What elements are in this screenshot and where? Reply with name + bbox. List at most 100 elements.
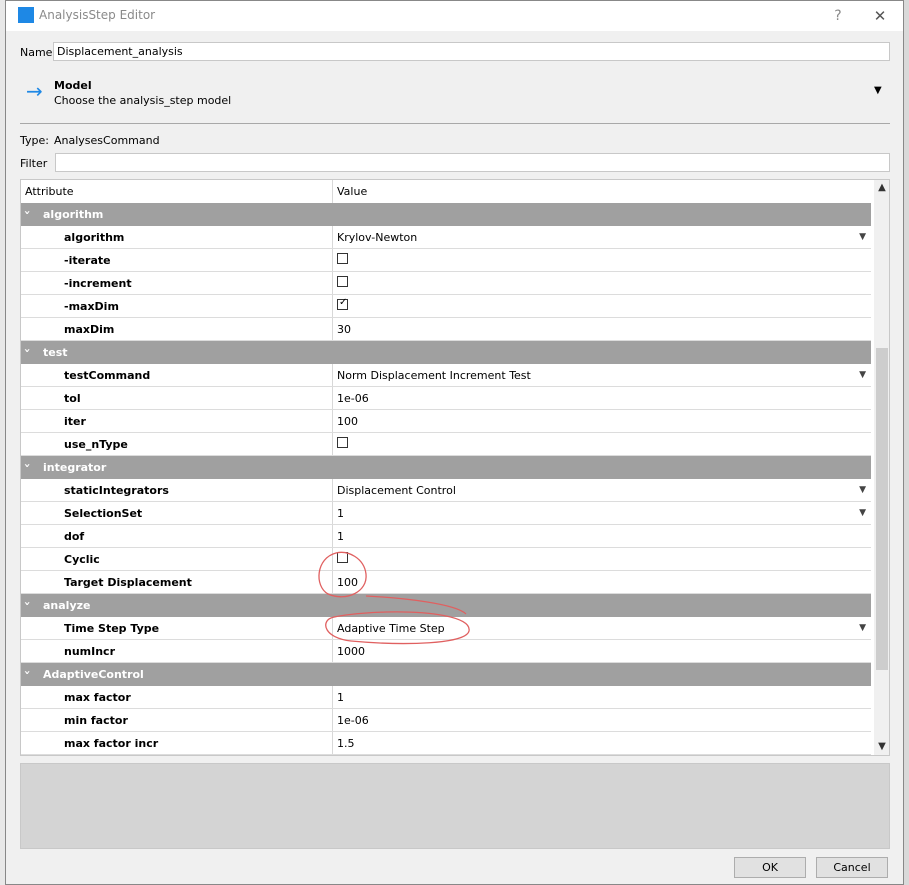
table-row[interactable]: iter 100	[21, 410, 871, 433]
checkbox[interactable]	[337, 437, 348, 448]
annotation-stroke-link	[365, 595, 467, 615]
attribute-name: -increment	[64, 277, 132, 290]
value-cell[interactable]: Norm Displacement Increment Test ▼	[332, 364, 872, 386]
red-annotation-marks	[318, 551, 470, 645]
checkbox[interactable]	[337, 276, 348, 287]
group-name: analyze	[43, 599, 91, 612]
model-dropdown-icon[interactable]: ▼	[874, 85, 882, 96]
attribute-name: max factor incr	[64, 737, 159, 750]
column-header-value[interactable]: Value	[332, 180, 871, 203]
value-cell[interactable]	[332, 249, 872, 271]
table-header: Attribute Value	[21, 180, 871, 204]
title-bar[interactable]: AnalysisStep Editor ? ✕	[6, 1, 903, 31]
dropdown-arrow-icon[interactable]: ▼	[859, 370, 866, 380]
table-row[interactable]: -iterate	[21, 249, 871, 272]
model-title: Model	[54, 79, 92, 92]
attribute-name: iter	[64, 415, 86, 428]
table-row[interactable]: SelectionSet 1 ▼	[21, 502, 871, 525]
checkbox[interactable]	[337, 253, 348, 264]
table-row[interactable]: use_nType	[21, 433, 871, 456]
model-subtitle: Choose the analysis_step model	[54, 94, 232, 107]
attribute-name: use_nType	[64, 438, 128, 451]
window-title: AnalysisStep Editor	[39, 8, 156, 22]
value-cell[interactable]: Krylov-Newton ▼	[332, 226, 872, 248]
attribute-name: Target Displacement	[64, 576, 192, 589]
table-row[interactable]: -maxDim ✓	[21, 295, 871, 318]
checkbox[interactable]: ✓	[337, 297, 348, 310]
chevron-icon[interactable]: ›	[21, 463, 34, 468]
attribute-name: tol	[64, 392, 81, 405]
value-cell[interactable]: 1e-06	[332, 709, 872, 731]
dropdown-arrow-icon[interactable]: ▼	[859, 508, 866, 518]
value-text: 1.5	[337, 737, 355, 750]
value-cell[interactable]: 100	[332, 410, 872, 432]
group-name: AdaptiveControl	[43, 668, 144, 681]
table-row[interactable]: testCommand Norm Displacement Increment T…	[21, 364, 871, 387]
value-cell[interactable]	[332, 272, 872, 294]
analysis-step-editor-dialog: AnalysisStep Editor ? ✕ Name Displacemen…	[5, 0, 904, 885]
value-cell[interactable]: 1 ▼	[332, 502, 872, 524]
dropdown-arrow-icon[interactable]: ▼	[859, 623, 866, 633]
attribute-name: -maxDim	[64, 300, 119, 313]
value-cell[interactable]: 30	[332, 318, 872, 340]
value-cell[interactable]: 1.5	[332, 732, 872, 754]
vertical-scrollbar[interactable]: ▲ ▼	[874, 180, 889, 755]
group-row-adaptivecontrol[interactable]: › AdaptiveControl	[21, 663, 871, 686]
filter-input[interactable]	[55, 153, 890, 172]
scroll-down-icon[interactable]: ▼	[874, 739, 889, 755]
value-cell[interactable]: Displacement Control ▼	[332, 479, 872, 501]
attribute-name: testCommand	[64, 369, 151, 382]
value-cell[interactable]	[332, 433, 872, 455]
scroll-thumb[interactable]	[876, 348, 888, 670]
attribute-name: -iterate	[64, 254, 111, 267]
arrow-right-icon: →	[26, 79, 43, 103]
table-row[interactable]: maxDim 30	[21, 318, 871, 341]
group-name: test	[43, 346, 68, 359]
attribute-name: Time Step Type	[64, 622, 160, 635]
value-cell[interactable]: 1e-06	[332, 387, 872, 409]
chevron-icon[interactable]: ›	[21, 601, 34, 606]
group-row-test[interactable]: › test	[21, 341, 871, 364]
value-text: 1e-06	[337, 714, 369, 727]
close-icon[interactable]: ✕	[870, 6, 890, 26]
table-row[interactable]: staticIntegrators Displacement Control ▼	[21, 479, 871, 502]
cancel-button[interactable]: Cancel	[816, 857, 888, 878]
chevron-icon[interactable]: ›	[21, 670, 34, 675]
app-icon	[18, 7, 34, 23]
table-row[interactable]: min factor 1e-06	[21, 709, 871, 732]
chevron-icon[interactable]: ›	[21, 348, 34, 353]
column-header-attribute[interactable]: Attribute	[21, 180, 332, 203]
name-label: Name	[20, 46, 53, 59]
attribute-name: SelectionSet	[64, 507, 143, 520]
value-text: 100	[337, 415, 358, 428]
table-row[interactable]: algorithm Krylov-Newton ▼	[21, 226, 871, 249]
ok-button[interactable]: OK	[734, 857, 806, 878]
name-input[interactable]: Displacement_analysis	[53, 42, 890, 61]
table-row[interactable]: -increment	[21, 272, 871, 295]
attribute-name: staticIntegrators	[64, 484, 169, 497]
value-text: 1	[337, 530, 344, 543]
scroll-up-icon[interactable]: ▲	[874, 180, 889, 196]
table-row[interactable]: max factor 1	[21, 686, 871, 709]
group-row-integrator[interactable]: › integrator	[21, 456, 871, 479]
table-row[interactable]: max factor incr 1.5	[21, 732, 871, 755]
value-cell[interactable]: 1	[332, 525, 872, 547]
table-row[interactable]: tol 1e-06	[21, 387, 871, 410]
attribute-name: Cyclic	[64, 553, 100, 566]
attribute-name: algorithm	[64, 231, 125, 244]
dropdown-arrow-icon[interactable]: ▼	[859, 232, 866, 242]
value-cell[interactable]: ✓	[332, 295, 872, 317]
value-cell[interactable]: 1	[332, 686, 872, 708]
type-value: AnalysesCommand	[54, 134, 160, 147]
value-text: 1	[337, 691, 344, 704]
divider	[20, 123, 890, 124]
chevron-icon[interactable]: ›	[21, 210, 34, 215]
table-row[interactable]: dof 1	[21, 525, 871, 548]
annotation-circle-target-displacement	[318, 551, 367, 598]
value-text: 30	[337, 323, 351, 336]
group-row-algorithm[interactable]: › algorithm	[21, 203, 871, 226]
attribute-name: maxDim	[64, 323, 115, 336]
dropdown-arrow-icon[interactable]: ▼	[859, 485, 866, 495]
help-button[interactable]: ?	[828, 6, 848, 26]
attribute-table: Attribute Value › algorithm algorithm Krylo…	[20, 179, 890, 756]
